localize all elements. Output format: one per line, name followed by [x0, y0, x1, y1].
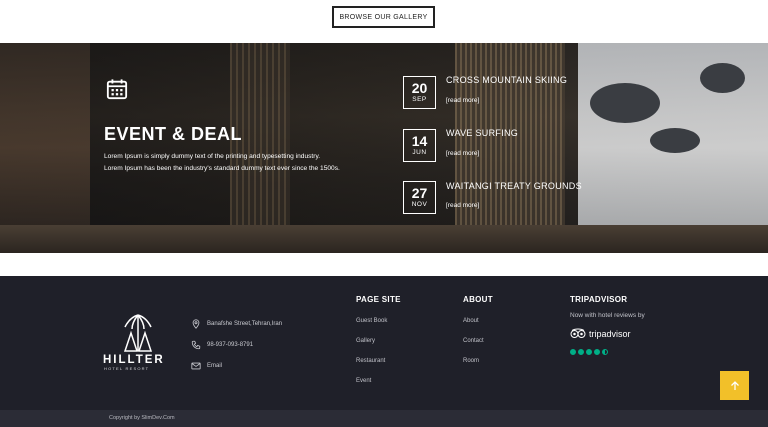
tripadvisor-owl-icon — [570, 328, 586, 338]
footer-link-gallery[interactable]: Gallery — [356, 338, 375, 344]
decor-floor — [0, 225, 768, 253]
copyright-bar: Copyright by SlimDev.Com — [0, 410, 768, 427]
tripadvisor-title: TRIPADVISOR — [570, 295, 628, 304]
arrow-up-icon — [730, 380, 739, 390]
event-date-box: 27 NOV — [403, 181, 436, 214]
tripadvisor-logo-text: tripadvisor — [589, 328, 631, 339]
footer-link-event[interactable]: Event — [356, 378, 371, 384]
contact-email: Email — [191, 361, 222, 371]
location-icon — [192, 319, 200, 329]
tripadvisor-text: Now with hotel reviews by — [570, 312, 645, 319]
email-icon — [191, 362, 201, 370]
email-text[interactable]: Email — [207, 363, 222, 369]
event-day: 14 — [411, 133, 428, 149]
calendar-icon — [106, 79, 128, 100]
browse-gallery-button[interactable]: BROWSE OUR GALLERY — [332, 6, 435, 28]
event-day: 20 — [411, 80, 428, 96]
footer-link-guest-book[interactable]: Guest Book — [356, 318, 387, 324]
event-date-box: 20 SEP — [403, 76, 436, 109]
rating-dot — [602, 349, 608, 355]
address-text: Banafshe Street,Tehran,Iran — [207, 321, 283, 327]
decor-lamp — [700, 63, 745, 93]
event-description-line: Lorem Ipsum is simply dummy text of the … — [104, 153, 321, 160]
brand-name: HILLTER — [103, 354, 165, 366]
decor-lamp — [590, 83, 660, 123]
decor-slats — [230, 43, 290, 253]
event-name[interactable]: CROSS MOUNTAIN SKIING — [446, 75, 567, 85]
event-month: NOV — [411, 201, 428, 208]
event-name[interactable]: WAITANGI TREATY GROUNDS — [446, 181, 582, 191]
footer-link-room[interactable]: Room — [463, 358, 479, 364]
footer-link-restaurant[interactable]: Restaurant — [356, 358, 385, 364]
rating-dot — [578, 349, 584, 355]
event-hero-section — [0, 43, 768, 253]
brand-subtitle: HOTEL RESORT — [104, 366, 150, 371]
rating-dot — [570, 349, 576, 355]
about-title: ABOUT — [463, 295, 493, 304]
contact-address: Banafshe Street,Tehran,Iran — [191, 319, 282, 329]
contact-phone: 98-937-093-8791 — [191, 340, 253, 350]
copyright-text: Copyright by SlimDev.Com — [109, 415, 175, 421]
event-description: Lorem Ipsum is simply dummy text of the … — [104, 151, 374, 174]
rating-dot — [594, 349, 600, 355]
event-month: SEP — [412, 96, 427, 103]
footer-link-contact[interactable]: Contact — [463, 338, 484, 344]
read-more-link[interactable]: [read more] — [446, 202, 479, 209]
section-divider — [0, 253, 768, 276]
event-date-box: 14 JUN — [403, 129, 436, 162]
event-title: EVENT & DEAL — [104, 124, 243, 144]
phone-text[interactable]: 98-937-093-8791 — [207, 342, 253, 348]
decor-wall — [0, 43, 90, 253]
page-site-title: PAGE SITE — [356, 295, 401, 304]
read-more-link[interactable]: [read more] — [446, 150, 479, 157]
read-more-link[interactable]: [read more] — [446, 97, 479, 104]
event-description-line: Lorem Ipsum has been the industry's stan… — [104, 164, 340, 172]
phone-icon — [191, 340, 201, 350]
event-name[interactable]: WAVE SURFING — [446, 128, 518, 138]
event-day: 27 — [411, 185, 428, 201]
rating-dot — [586, 349, 592, 355]
decor-lamp — [650, 128, 700, 153]
scroll-to-top-button[interactable] — [720, 371, 749, 400]
event-month: JUN — [412, 149, 427, 156]
top-section: BROWSE OUR GALLERY — [0, 0, 768, 43]
footer-link-about[interactable]: About — [463, 318, 479, 324]
tripadvisor-rating — [570, 349, 610, 355]
tripadvisor-logo[interactable]: tripadvisor — [570, 328, 631, 339]
